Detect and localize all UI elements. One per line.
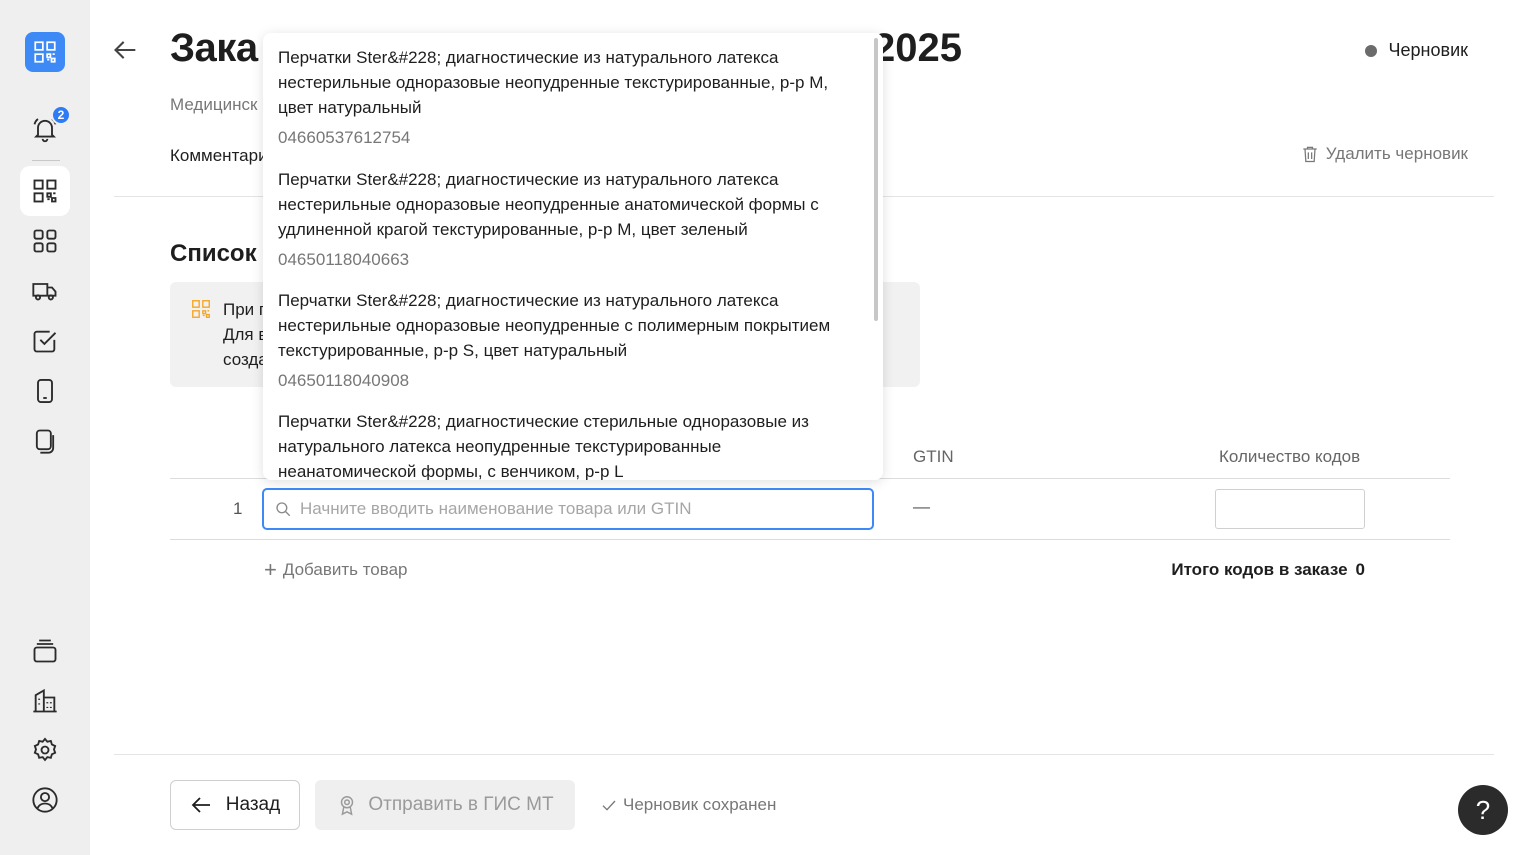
truck-icon xyxy=(32,283,57,301)
trash-icon xyxy=(1303,146,1317,163)
status-label: Черновик xyxy=(1388,40,1468,60)
back-arrow-button[interactable] xyxy=(112,36,140,64)
search-icon xyxy=(276,502,291,517)
column-header-gtin: GTIN xyxy=(913,447,954,466)
suggestion-name: Перчатки Ster&#228; диагностические из н… xyxy=(278,48,829,117)
suggestion-name: Перчатки Ster&#228; диагностические стер… xyxy=(278,412,809,480)
suggestion-name: Перчатки Ster&#228; диагностические из н… xyxy=(278,291,831,360)
product-search-field[interactable] xyxy=(262,488,874,530)
phone-icon xyxy=(37,378,53,404)
info-line: При п xyxy=(223,300,269,319)
footer-divider xyxy=(114,754,1494,755)
suggestion-name: Перчатки Ster&#228; диагностические из н… xyxy=(278,170,819,239)
total-value: 0 xyxy=(1355,560,1365,579)
checkmark-icon xyxy=(602,800,616,811)
info-line: созда xyxy=(223,350,268,369)
app-logo[interactable] xyxy=(25,32,65,72)
suggestion-item[interactable]: Перчатки Ster&#228; диагностические из н… xyxy=(278,167,853,272)
comment-link[interactable]: Комментари xyxy=(170,146,268,166)
back-button-label: Назад xyxy=(225,794,281,815)
sidebar-item-stack[interactable] xyxy=(20,626,70,676)
column-header-count: Количество кодов xyxy=(1219,447,1361,466)
help-button[interactable]: ? xyxy=(1458,785,1508,835)
building-icon xyxy=(33,688,57,713)
suggestion-gtin: 04650118040908 xyxy=(278,371,410,390)
save-status: Черновик сохранен xyxy=(601,795,776,815)
sidebar-item-catalog[interactable] xyxy=(20,216,70,266)
page-subtitle: Медицинск xyxy=(170,95,258,114)
suggestion-item[interactable]: Перчатки Ster&#228; диагностические стер… xyxy=(278,409,853,480)
suggestion-item[interactable]: Перчатки Ster&#228; диагностические из н… xyxy=(278,45,853,150)
suggestion-gtin: 04660537612754 xyxy=(278,128,411,147)
plus-icon: + xyxy=(264,557,277,582)
grid-icon xyxy=(33,229,57,253)
arrow-left-icon xyxy=(191,797,210,813)
arrow-left-icon xyxy=(114,41,136,59)
qr-code-icon xyxy=(34,41,56,63)
section-title: Список xyxy=(170,240,257,267)
add-product-button[interactable]: + Добавить товар xyxy=(264,557,408,582)
status-indicator: Черновик xyxy=(1364,40,1468,61)
sidebar-divider xyxy=(32,160,60,161)
user-icon xyxy=(32,787,58,813)
dropdown-scrollbar[interactable] xyxy=(874,38,878,321)
sidebar-item-documents[interactable] xyxy=(20,416,70,466)
sidebar-item-codes[interactable] xyxy=(20,166,70,216)
award-icon xyxy=(341,796,354,816)
qr-code-icon xyxy=(190,298,212,320)
sidebar-item-profile[interactable] xyxy=(20,775,70,825)
qr-code-icon xyxy=(33,179,57,203)
suggestion-gtin: 04650118040663 xyxy=(278,250,410,269)
page-title-end: 2025 xyxy=(873,26,962,70)
back-button[interactable]: Назад xyxy=(170,780,300,830)
notification-badge: 2 xyxy=(51,105,71,125)
sidebar-item-device[interactable] xyxy=(20,366,70,416)
save-status-label: Черновик сохранен xyxy=(623,795,777,814)
page-title: Зака xyxy=(170,26,258,70)
sidebar-item-organization[interactable] xyxy=(20,676,70,726)
send-to-gis-button[interactable]: Отправить в ГИС МТ xyxy=(315,780,575,830)
code-count-input[interactable] xyxy=(1215,489,1365,529)
delete-draft-button[interactable]: Удалить черновик xyxy=(1300,144,1468,164)
total-label: Итого кодов в заказе xyxy=(1171,560,1348,579)
send-button-label: Отправить в ГИС МТ xyxy=(368,794,554,815)
sidebar-item-tasks[interactable] xyxy=(20,316,70,366)
gear-icon xyxy=(33,737,57,762)
status-dot xyxy=(1364,44,1377,57)
sidebar-item-delivery[interactable] xyxy=(20,266,70,316)
documents-icon xyxy=(35,429,55,454)
suggestion-item[interactable]: Перчатки Ster&#228; диагностические из н… xyxy=(278,288,853,393)
add-product-label: Добавить товар xyxy=(282,560,408,579)
total-codes: Итого кодов в заказе 0 xyxy=(1171,560,1365,580)
product-search-input[interactable] xyxy=(300,499,872,519)
info-line: Для в xyxy=(223,325,268,344)
row-gtin: — xyxy=(913,497,930,516)
sidebar-item-settings[interactable] xyxy=(20,725,70,775)
table-divider xyxy=(170,539,1450,540)
checkbox-icon xyxy=(33,330,57,353)
stack-icon xyxy=(33,639,57,663)
delete-draft-label: Удалить черновик xyxy=(1325,144,1468,163)
row-number: 1 xyxy=(233,499,243,518)
sidebar: 2 xyxy=(0,0,90,855)
product-suggestions-dropdown: Перчатки Ster&#228; диагностические из н… xyxy=(263,33,883,480)
